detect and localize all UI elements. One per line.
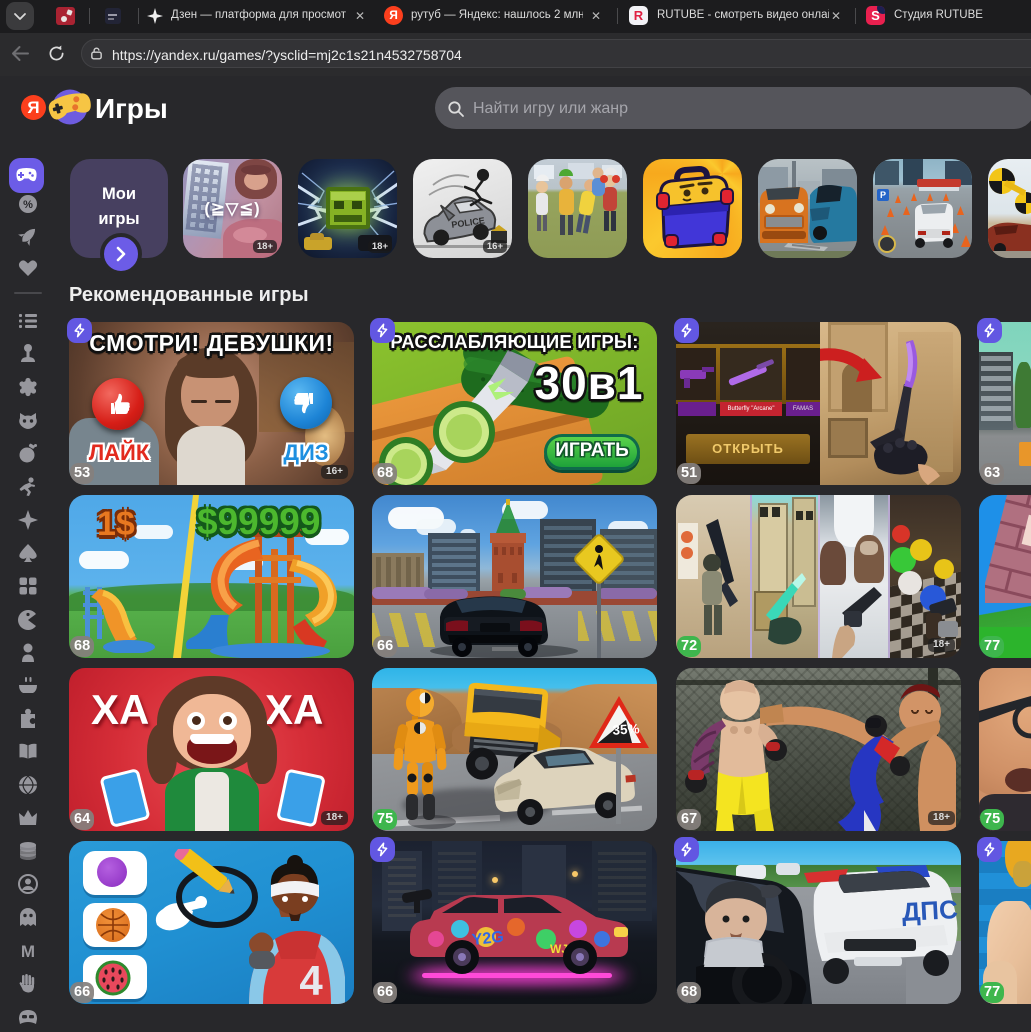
svg-text:%: % [23,199,33,211]
svg-text:35%: 35% [612,721,640,737]
svg-text:ДПС: ДПС [901,894,959,927]
svg-text:Y2G: Y2G [471,929,505,949]
svg-text:M: M [21,942,35,961]
svg-text:4: 4 [299,957,323,1004]
